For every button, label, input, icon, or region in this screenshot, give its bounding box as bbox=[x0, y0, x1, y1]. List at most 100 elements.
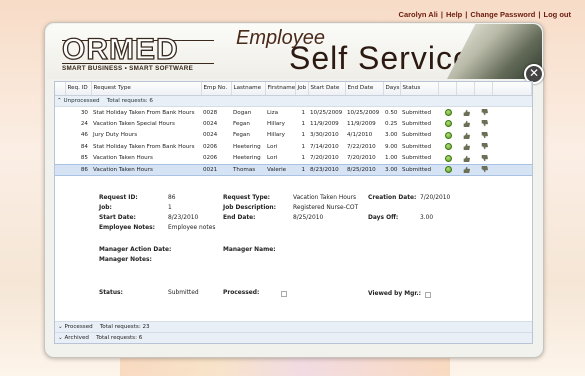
cell-start: 8/23/2010 bbox=[308, 163, 345, 176]
grid-header-row: Req. ID Request Type Emp No. Lastname Fi… bbox=[55, 82, 532, 96]
cell-job: 1 bbox=[301, 120, 305, 127]
detail-job: 1 bbox=[168, 205, 172, 211]
cell-last: Fegan bbox=[233, 120, 250, 127]
cell-days: 0.50 bbox=[385, 109, 398, 116]
col-job[interactable]: Job bbox=[295, 82, 309, 96]
col-lastname[interactable]: Lastname bbox=[231, 82, 266, 96]
cell-id: 24 bbox=[80, 120, 88, 127]
col-end-date[interactable]: End Date bbox=[345, 82, 384, 96]
expand-chevron-icon[interactable]: ⌃ bbox=[57, 98, 62, 104]
cell-job: 1 bbox=[301, 109, 305, 116]
cell-last: Thomas bbox=[231, 163, 265, 176]
thumbs-up-icon[interactable] bbox=[463, 120, 470, 128]
table-row[interactable]: 30 Stat Holiday Taken From Bank Hours 0028… bbox=[55, 107, 532, 119]
col-emp-no[interactable]: Emp No. bbox=[201, 82, 232, 96]
cell-type: Vacation Taken Hours bbox=[91, 163, 201, 176]
detail-end-date: 8/25/2010 bbox=[293, 215, 324, 221]
clock-icon[interactable] bbox=[444, 154, 452, 162]
thumbs-up-icon[interactable] bbox=[463, 166, 470, 174]
cell-id: 84 bbox=[80, 143, 88, 150]
cell-status: Submitted bbox=[402, 109, 432, 116]
thumbs-down-icon[interactable] bbox=[481, 143, 488, 150]
processed-checkbox[interactable] bbox=[281, 291, 287, 297]
requests-panel: Req. ID Request Type Emp No. Lastname Fi… bbox=[54, 81, 533, 344]
table-row[interactable]: 85 Vacation Taken Hours 0206 Heetering Lori 1… bbox=[55, 153, 532, 165]
help-link[interactable]: Help bbox=[446, 10, 462, 19]
cell-days: 9.00 bbox=[385, 143, 398, 150]
thumbs-down-icon[interactable] bbox=[481, 109, 488, 116]
cell-first: Hillary bbox=[267, 120, 285, 127]
clock-icon[interactable] bbox=[444, 109, 452, 116]
thumbs-down-icon[interactable] bbox=[481, 166, 488, 173]
cell-first: Lori bbox=[267, 155, 278, 161]
cell-start: 7/14/2010 bbox=[310, 143, 339, 150]
table-row[interactable]: 24 Vacation Taken Special Hours 0024 Fegan H… bbox=[55, 118, 532, 130]
thumbs-down-icon[interactable] bbox=[481, 131, 488, 139]
cell-status: Submitted bbox=[402, 155, 432, 161]
thumbs-down-icon[interactable] bbox=[481, 154, 488, 162]
cell-first: Lori bbox=[267, 143, 278, 150]
requests-grid: Req. ID Request Type Emp No. Lastname Fi… bbox=[55, 82, 532, 176]
detail-employee-notes: Employee notes bbox=[168, 225, 216, 231]
logout-link[interactable]: Log out bbox=[544, 10, 572, 19]
app-header: ORMED SMART BUSINESS • SMART SOFTWARE Em… bbox=[46, 24, 542, 79]
cell-type: Vacation Taken Hours bbox=[93, 155, 153, 161]
cell-start: 10/25/2009 bbox=[310, 109, 343, 116]
cell-end: 10/25/2009 bbox=[347, 109, 380, 116]
cell-last: Heetering bbox=[233, 155, 261, 161]
cell-end: 7/20/2010 bbox=[347, 155, 376, 161]
cell-start: 7/20/2010 bbox=[310, 155, 339, 161]
clock-icon[interactable] bbox=[444, 143, 452, 151]
detail-status: Submitted bbox=[168, 290, 199, 296]
cell-type: Vacation Taken Special Hours bbox=[93, 120, 175, 127]
cell-first: Liza bbox=[267, 109, 279, 116]
table-row[interactable]: 86 Vacation Taken Hours 0021 Thomas Valerie 1… bbox=[55, 163, 532, 176]
table-row[interactable]: 46 Jury Duty Hours 0024 Fegan Hillary 1 3/30/2… bbox=[55, 130, 532, 142]
thumbs-up-icon[interactable] bbox=[463, 155, 470, 162]
cell-days: 3.00 bbox=[383, 163, 400, 176]
top-navigation: Carolyn Ali | Help | Change Password | L… bbox=[398, 10, 572, 19]
collapse-chevron-icon[interactable]: ⌄ bbox=[58, 324, 63, 330]
cell-first: Valerie bbox=[265, 163, 295, 176]
thumbs-down-icon[interactable] bbox=[481, 120, 488, 127]
detail-job-description: Registered Nurse-COT bbox=[293, 205, 359, 211]
ormed-logo: ORMED SMART BUSINESS • SMART SOFTWARE bbox=[61, 34, 214, 72]
clock-icon[interactable] bbox=[444, 166, 452, 174]
change-password-link[interactable]: Change Password bbox=[470, 10, 535, 19]
cell-end: 8/25/2010 bbox=[345, 163, 383, 176]
title-self-service: Self Service bbox=[289, 40, 472, 76]
cell-job: 1 bbox=[295, 163, 308, 176]
col-days[interactable]: Days bbox=[383, 82, 401, 96]
group-unprocessed[interactable]: ⌃ Unprocessed Total requests: 6 bbox=[55, 95, 532, 107]
table-row[interactable]: 84 Stat Holiday Taken From Bank Hours 0206… bbox=[55, 141, 532, 153]
detail-creation-date: 7/20/2010 bbox=[420, 195, 451, 201]
cell-emp: 0024 bbox=[203, 120, 218, 127]
col-request-type[interactable]: Request Type bbox=[91, 82, 202, 96]
logo-tagline: SMART BUSINESS • SMART SOFTWARE bbox=[62, 65, 194, 72]
cell-job: 1 bbox=[301, 143, 305, 150]
cell-last: Heetering bbox=[233, 143, 261, 150]
cell-start: 3/30/2010 bbox=[310, 132, 339, 139]
cell-emp: 0021 bbox=[201, 163, 231, 176]
viewed-by-manager-checkbox[interactable] bbox=[425, 292, 431, 298]
detail-days-off: 3.00 bbox=[420, 215, 434, 221]
group-archived[interactable]: ⌄ Archived Total requests: 6 bbox=[55, 332, 532, 343]
detail-request-type: Vacation Taken Hours bbox=[293, 195, 357, 201]
thumbs-up-icon[interactable] bbox=[463, 109, 470, 116]
col-req-id[interactable]: Req. ID bbox=[65, 82, 92, 96]
cell-id: 86 bbox=[65, 163, 91, 176]
cell-status: Submitted bbox=[402, 120, 432, 127]
col-firstname[interactable]: Firstname bbox=[265, 82, 296, 96]
detail-request-id: 86 bbox=[168, 195, 176, 201]
clock-icon[interactable] bbox=[444, 131, 452, 139]
thumbs-up-icon[interactable] bbox=[463, 132, 470, 139]
col-status[interactable]: Status bbox=[400, 82, 439, 96]
clock-icon[interactable] bbox=[444, 120, 452, 128]
col-start-date[interactable]: Start Date bbox=[308, 82, 346, 96]
thumbs-up-icon[interactable] bbox=[463, 143, 470, 151]
cell-days: 3.00 bbox=[385, 132, 398, 139]
cell-type: Stat Holiday Taken From Bank Hours bbox=[93, 109, 195, 116]
collapse-chevron-icon[interactable]: ⌄ bbox=[58, 335, 63, 341]
group-processed[interactable]: ⌄ Processed Total requests: 23 bbox=[55, 321, 532, 332]
cell-id: 30 bbox=[80, 109, 88, 116]
